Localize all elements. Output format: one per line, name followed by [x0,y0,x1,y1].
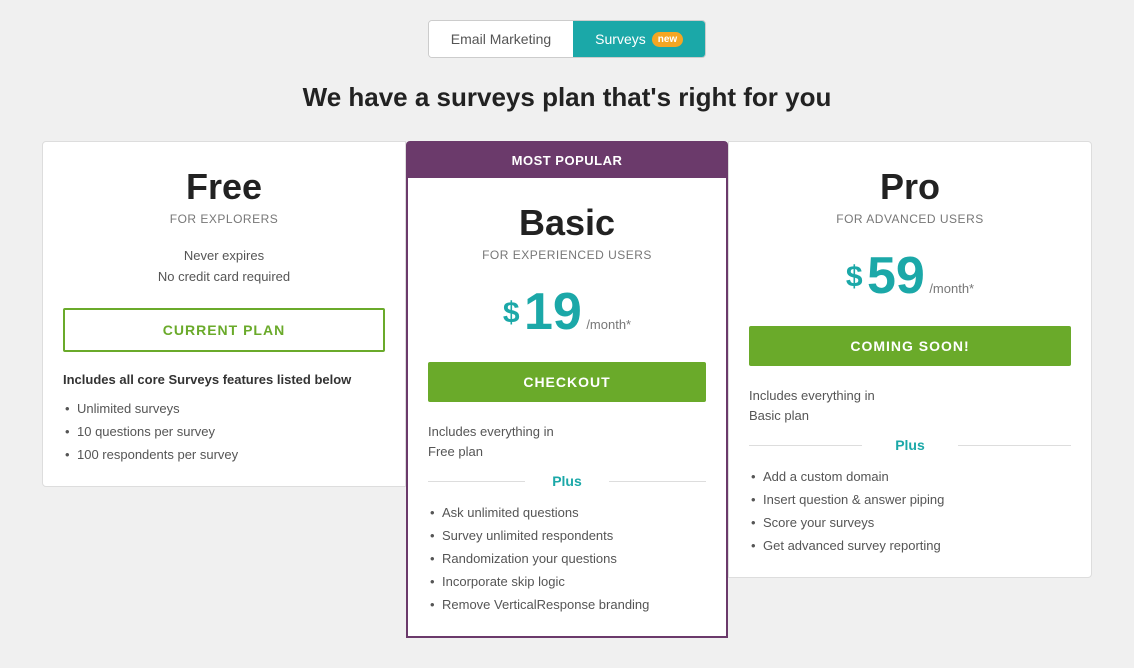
list-item: Score your surveys [749,511,1071,534]
page-title: We have a surveys plan that's right for … [303,82,832,113]
free-plan-name: Free [63,166,385,208]
free-plan-subtitle: FOR EXPLORERS [63,212,385,226]
basic-features-list: Ask unlimited questions Survey unlimited… [428,501,706,616]
new-badge: new [652,32,683,47]
pro-price-amount: 59 [867,247,925,305]
basic-price-amount: 19 [524,283,582,341]
checkout-button[interactable]: CHECKOUT [428,362,706,402]
list-item: Randomization your questions [428,547,706,570]
basic-plan-name: Basic [428,202,706,244]
list-item: Remove VerticalResponse branding [428,593,706,616]
pro-includes-text: Includes everything in Basic plan [749,386,1071,425]
pro-price-container: $ 59 /month* [749,246,1071,306]
list-item: Ask unlimited questions [428,501,706,524]
basic-includes-text: Includes everything in Free plan [428,422,706,461]
free-no-expire: Never expires No credit card required [63,246,385,288]
pro-plan-name: Pro [749,166,1071,208]
list-item: 100 respondents per survey [63,443,385,466]
basic-price-container: $ 19 /month* [428,282,706,342]
pro-features-list: Add a custom domain Insert question & an… [749,465,1071,557]
list-item: 10 questions per survey [63,420,385,443]
plans-container: Free FOR EXPLORERS Never expires No cred… [42,141,1092,638]
most-popular-banner: MOST POPULAR [406,141,728,178]
list-item: Survey unlimited respondents [428,524,706,547]
free-features-list: Unlimited surveys 10 questions per surve… [63,397,385,466]
coming-soon-button[interactable]: COMING SOON! [749,326,1071,366]
tab-surveys[interactable]: Surveys new [573,21,705,57]
basic-plan-subtitle: FOR EXPERIENCED USERS [428,248,706,262]
list-item: Get advanced survey reporting [749,534,1071,557]
pro-plus-divider: Plus [749,437,1071,453]
list-item: Incorporate skip logic [428,570,706,593]
free-features-header: Includes all core Surveys features liste… [63,372,385,387]
list-item: Insert question & answer piping [749,488,1071,511]
list-item: Unlimited surveys [63,397,385,420]
basic-plan-wrapper: MOST POPULAR Basic FOR EXPERIENCED USERS… [406,141,728,638]
pro-plan-subtitle: FOR ADVANCED USERS [749,212,1071,226]
basic-plus-divider: Plus [428,473,706,489]
tab-email-marketing[interactable]: Email Marketing [429,21,573,57]
list-item: Add a custom domain [749,465,1071,488]
plan-card-free: Free FOR EXPLORERS Never expires No cred… [42,141,406,487]
pro-price-period: /month* [929,281,974,296]
plan-card-pro: Pro FOR ADVANCED USERS $ 59 /month* COMI… [728,141,1092,578]
plan-card-basic: Basic FOR EXPERIENCED USERS $ 19 /month*… [406,178,728,638]
basic-price-period: /month* [586,317,631,332]
current-plan-button[interactable]: CURRENT PLAN [63,308,385,352]
basic-price-dollar: $ [503,297,520,330]
pro-price-dollar: $ [846,261,863,294]
plan-type-tabs: Email Marketing Surveys new [428,20,706,58]
tab-surveys-label: Surveys [595,31,646,47]
